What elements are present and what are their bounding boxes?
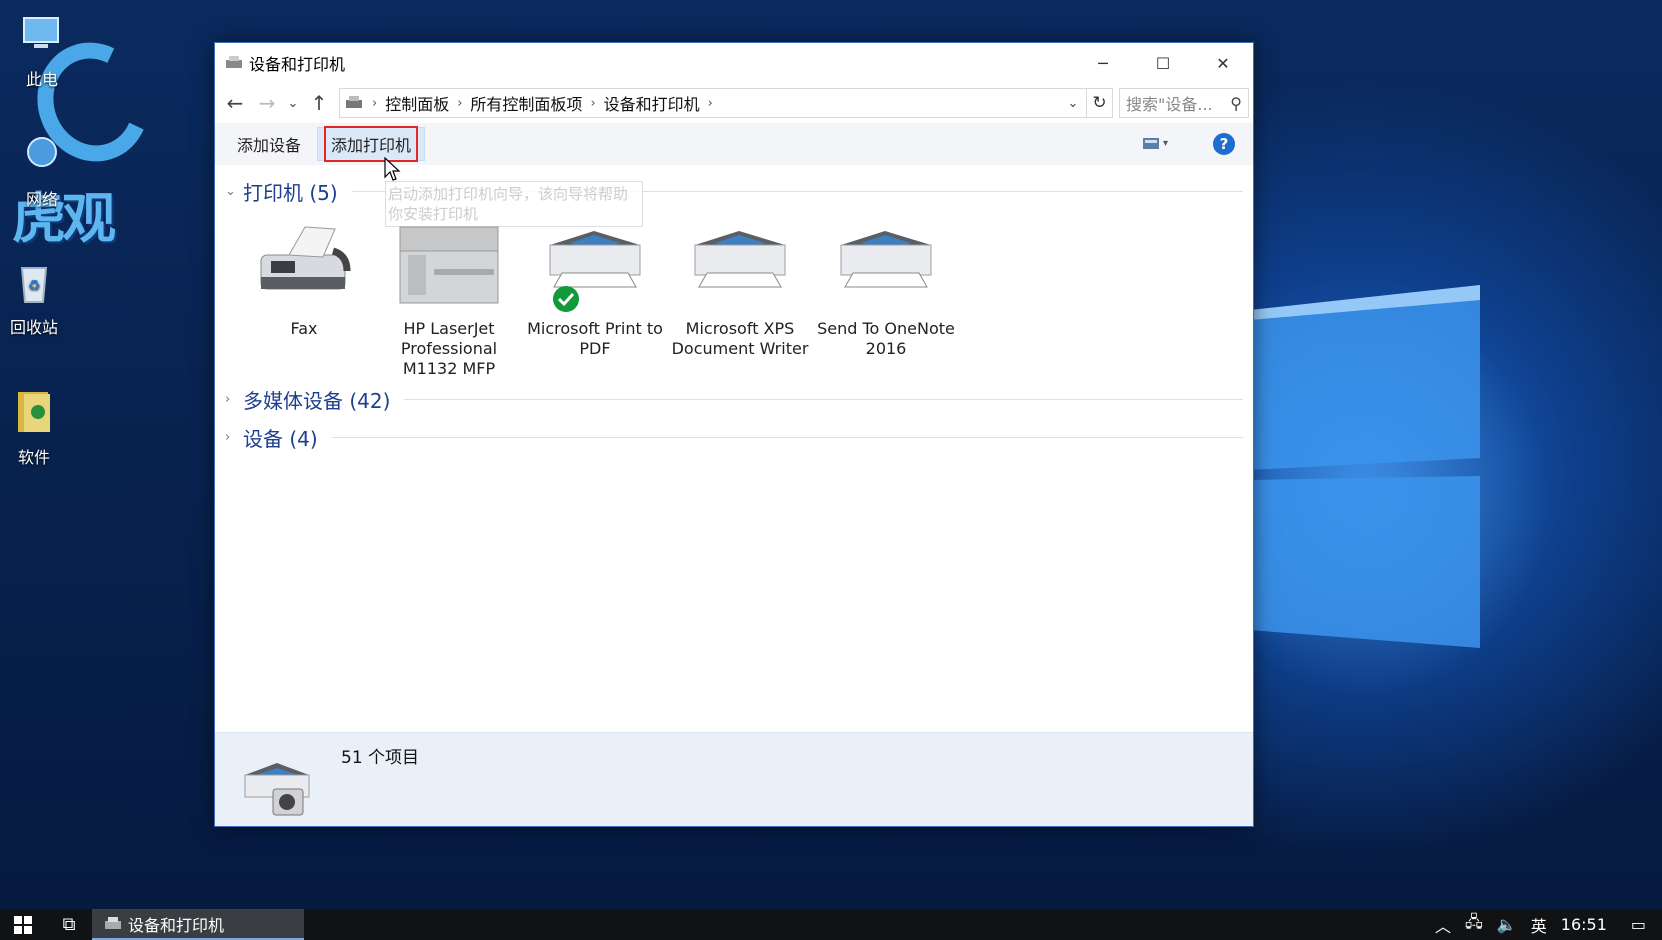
printer-icon — [694, 231, 786, 288]
close-button[interactable]: ✕ — [1193, 43, 1253, 83]
command-bar: 添加设备 添加打印机 ▾ ? — [215, 123, 1253, 165]
change-view-icon[interactable]: ▾ — [1141, 134, 1171, 154]
back-arrow-icon[interactable]: ← — [219, 87, 251, 119]
svg-text:♻: ♻ — [28, 278, 41, 294]
group-header-devices[interactable]: › 设备 (4) — [225, 423, 1243, 452]
desktop-icon-label: 此电 — [25, 70, 58, 89]
chevron-up-icon[interactable]: ︿ — [1435, 913, 1451, 937]
device-label: HP LaserJet Professional M1132 MFP — [400, 319, 498, 378]
printer-icon — [840, 231, 932, 288]
window-title: 设备和打印机 — [249, 55, 346, 74]
devices-printers-icon — [226, 56, 242, 68]
refresh-icon[interactable]: ↻ — [1087, 88, 1113, 118]
devices-printers-icon — [105, 916, 121, 929]
breadcrumb-all-items[interactable]: 所有控制面板项 — [470, 91, 582, 115]
recent-locations-chevron-icon[interactable]: ⌄ — [283, 87, 303, 119]
maximize-button[interactable]: ☐ — [1133, 43, 1193, 83]
desktop-icon-label: 网络 — [25, 190, 58, 209]
fax-icon — [260, 226, 351, 290]
search-icon[interactable]: ⚲ — [1230, 94, 1242, 113]
device-label: Microsoft XPS Document Writer — [671, 319, 809, 358]
content-area: ⌄ 打印机 (5) 启动添加打印机向导，该向导将帮助你安装打印机 Fax HP … — [215, 156, 1253, 725]
search-placeholder: 搜索"设备... — [1126, 95, 1213, 114]
printer-camera-icon — [244, 763, 310, 816]
desktop-icon-this-pc[interactable]: 此电 — [2, 10, 82, 90]
device-ms-print-to-pdf[interactable]: Microsoft Print to PDF — [522, 215, 668, 359]
up-arrow-icon[interactable]: ↑ — [303, 87, 335, 119]
mouse-cursor-icon — [383, 156, 401, 185]
address-row: ← → ⌄ ↑ › 控制面板 › 所有控制面板项 › 设备和打印机 › ⌄ ↻ … — [215, 83, 1253, 123]
title-bar[interactable]: 设备和打印机 ─ ☐ ✕ — [215, 43, 1253, 83]
device-send-to-onenote[interactable]: Send To OneNote 2016 — [813, 215, 959, 359]
group-divider — [404, 399, 1243, 400]
chevron-down-icon: ⌄ — [225, 184, 236, 199]
desktop-icon-software[interactable]: 软件 — [0, 388, 74, 468]
devices-printers-window: 设备和打印机 ─ ☐ ✕ ← → ⌄ ↑ › 控制面板 › 所有控制面板项 › … — [214, 42, 1254, 827]
taskbar-app-devices-printers[interactable]: 设备和打印机 — [92, 909, 304, 940]
breadcrumb-separator-icon: › — [590, 95, 596, 111]
item-count: 51 个项目 — [341, 748, 420, 768]
action-center-icon[interactable]: ▭ — [1631, 915, 1646, 934]
desktop-icon-network[interactable]: 网络 — [2, 130, 82, 210]
chevron-right-icon: › — [225, 392, 231, 407]
add-device-button[interactable]: 添加设备 — [225, 127, 313, 161]
breadcrumb-control-panel[interactable]: 控制面板 — [385, 91, 449, 115]
details-pane: 51 个项目 — [215, 732, 1253, 826]
device-label: Send To OneNote 2016 — [817, 319, 955, 358]
start-windows-icon[interactable] — [0, 909, 46, 940]
desktop-icon-label: 软件 — [17, 448, 50, 467]
ime-indicator[interactable]: 英 — [1531, 913, 1547, 937]
taskbar: ⧉ 设备和打印机 ︿ 🖧 🔈 英 16:51 ▭ — [0, 909, 1662, 940]
device-hp-laserjet[interactable]: HP LaserJet Professional M1132 MFP — [376, 215, 522, 379]
task-view-icon[interactable]: ⧉ — [46, 909, 92, 940]
help-icon[interactable]: ? — [1213, 133, 1235, 155]
minimize-button[interactable]: ─ — [1073, 43, 1133, 83]
breadcrumb-separator-icon: › — [457, 95, 463, 111]
device-ms-xps-writer[interactable]: Microsoft XPS Document Writer — [667, 215, 813, 359]
device-fax[interactable]: Fax — [231, 215, 377, 339]
group-divider — [331, 437, 1243, 438]
clock[interactable]: 16:51 — [1561, 915, 1607, 934]
device-label: Fax — [290, 319, 318, 338]
group-header-printers[interactable]: ⌄ 打印机 (5) — [225, 177, 1243, 206]
network-icon[interactable]: 🖧 — [1465, 911, 1483, 938]
search-input[interactable]: 搜索"设备... ⚲ — [1119, 88, 1249, 118]
group-title: 设备 (4) — [243, 427, 318, 451]
breadcrumb-separator-icon: › — [372, 95, 378, 111]
taskbar-app-label: 设备和打印机 — [128, 915, 225, 935]
address-dropdown-icon[interactable]: ⌄ — [1060, 96, 1086, 111]
folder-icon — [18, 392, 50, 432]
chevron-right-icon: › — [225, 430, 231, 445]
desktop: 虎观 此电 网络 ♻ 回收站 软件 设备和打印机 ─ ☐ ✕ ← → ⌄ ↑ ›… — [0, 0, 1662, 909]
device-label: Microsoft Print to PDF — [527, 319, 663, 358]
group-title: 打印机 (5) — [243, 181, 338, 205]
address-bar[interactable]: › 控制面板 › 所有控制面板项 › 设备和打印机 › ⌄ — [339, 88, 1087, 118]
system-tray: ︿ 🖧 🔈 英 16:51 ▭ — [1435, 911, 1662, 938]
volume-icon[interactable]: 🔈 — [1497, 915, 1517, 934]
desktop-icon-recycle-bin[interactable]: ♻ 回收站 — [0, 258, 74, 338]
recycle-bin-icon: ♻ — [20, 267, 48, 303]
desktop-icon-label: 回收站 — [9, 318, 58, 337]
control-panel-icon — [346, 96, 362, 108]
computer-icon — [23, 17, 59, 48]
mfp-printer-icon — [399, 226, 499, 304]
svg-text:▾: ▾ — [1163, 138, 1168, 149]
breadcrumb-separator-icon: › — [707, 95, 713, 111]
forward-arrow-icon[interactable]: → — [251, 87, 283, 119]
breadcrumb-devices-printers[interactable]: 设备和打印机 — [604, 91, 700, 115]
add-printer-button[interactable]: 添加打印机 — [317, 126, 426, 162]
group-header-multimedia[interactable]: › 多媒体设备 (42) — [225, 385, 1243, 414]
group-title: 多媒体设备 (42) — [243, 389, 391, 413]
default-check-icon — [553, 286, 579, 312]
windows-logo-background — [1250, 285, 1480, 648]
network-icon — [27, 137, 57, 167]
